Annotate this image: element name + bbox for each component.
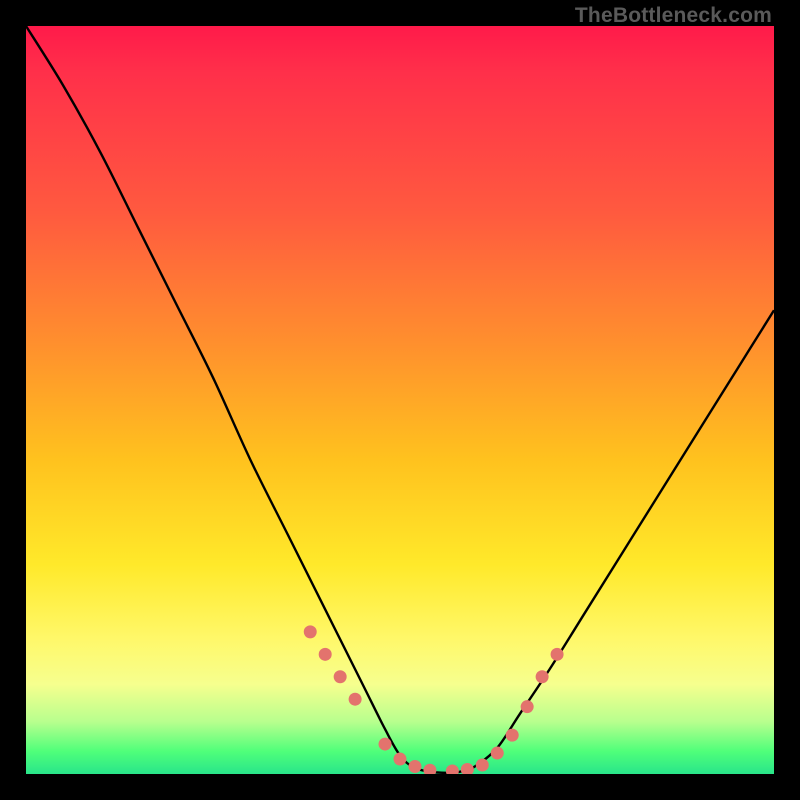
highlight-dot <box>491 747 504 760</box>
highlight-dot <box>394 753 407 766</box>
highlight-dot <box>408 760 421 773</box>
highlight-dot <box>536 670 549 683</box>
highlight-dot <box>446 765 459 774</box>
highlight-dot <box>334 670 347 683</box>
highlight-dot <box>506 729 519 742</box>
plot-area <box>26 26 774 774</box>
highlight-dot <box>521 700 534 713</box>
highlight-dot <box>476 759 489 772</box>
highlight-dot <box>304 625 317 638</box>
bottleneck-curve <box>26 26 774 773</box>
highlight-dots <box>304 625 564 774</box>
highlight-dot <box>379 738 392 751</box>
highlight-dot <box>461 763 474 774</box>
highlight-dot <box>423 764 436 774</box>
outer-frame: TheBottleneck.com <box>0 0 800 800</box>
highlight-dot <box>349 693 362 706</box>
highlight-dot <box>319 648 332 661</box>
highlight-dot <box>551 648 564 661</box>
chart-svg <box>26 26 774 774</box>
watermark-text: TheBottleneck.com <box>575 4 772 28</box>
